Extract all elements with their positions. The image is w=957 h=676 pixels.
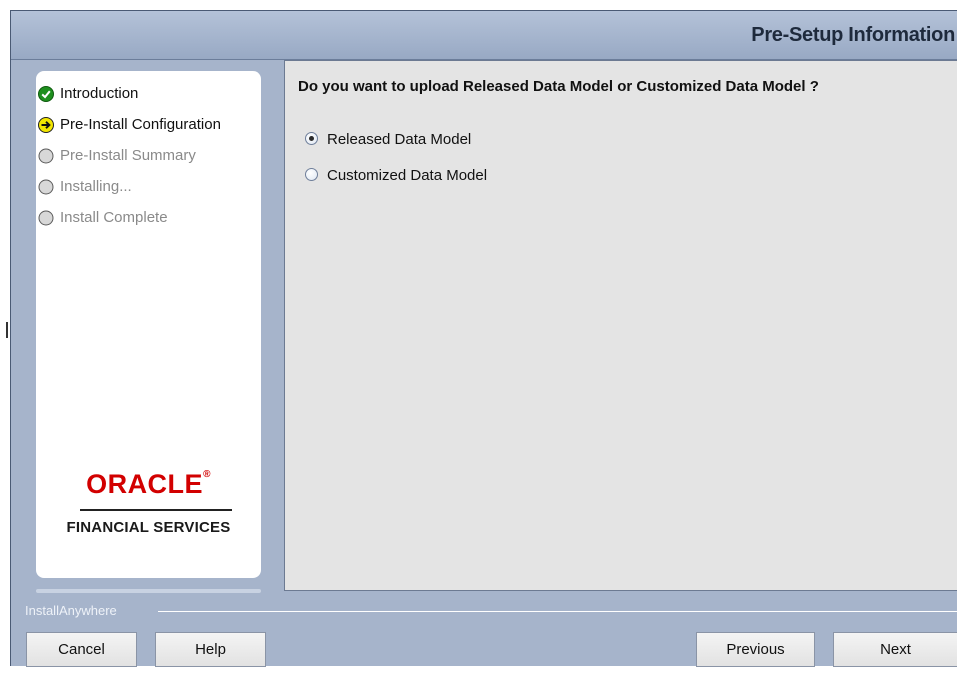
logo-subtitle: FINANCIAL SERVICES (66, 519, 231, 536)
footer-divider (158, 611, 957, 612)
radio-button-unchecked[interactable] (305, 168, 318, 181)
content-panel: Do you want to upload Released Data Mode… (284, 60, 957, 591)
step-label: Install Complete (60, 209, 168, 226)
page-title: Pre-Setup Information (751, 24, 955, 46)
logo-divider (80, 509, 232, 511)
question-label: Do you want to upload Released Data Mode… (298, 78, 819, 95)
oracle-logo: ORACLE® (36, 469, 261, 500)
step-label: Installing... (60, 178, 132, 195)
empty-circle-icon (38, 148, 54, 164)
step-label: Pre-Install Summary (60, 147, 196, 164)
step-label: Pre-Install Configuration (60, 116, 221, 133)
installer-window: Pre-Setup Information Introduction Pre-I… (10, 10, 957, 667)
empty-circle-icon (38, 210, 54, 226)
help-button[interactable]: Help (155, 632, 266, 667)
radio-button-checked[interactable] (305, 132, 318, 145)
installanywhere-brand: InstallAnywhere (25, 603, 117, 618)
header-bar: Pre-Setup Information (11, 11, 957, 60)
arrow-right-circle-icon (38, 117, 54, 133)
check-circle-icon (38, 86, 54, 102)
radio-label[interactable]: Released Data Model (327, 130, 471, 149)
empty-circle-icon (38, 179, 54, 195)
oracle-logo-text: ORACLE (86, 469, 204, 499)
previous-button[interactable]: Previous (696, 632, 815, 667)
cancel-button[interactable]: Cancel (26, 632, 137, 667)
steps-sidebar: Introduction Pre-Install Configuration P… (36, 71, 261, 578)
radio-label[interactable]: Customized Data Model (327, 166, 487, 185)
left-edge-mark (6, 322, 8, 338)
next-button[interactable]: Next (833, 632, 957, 667)
trademark-mark: ® (203, 469, 211, 480)
sidebar-footer-strip (36, 589, 261, 593)
step-label: Introduction (60, 85, 139, 102)
